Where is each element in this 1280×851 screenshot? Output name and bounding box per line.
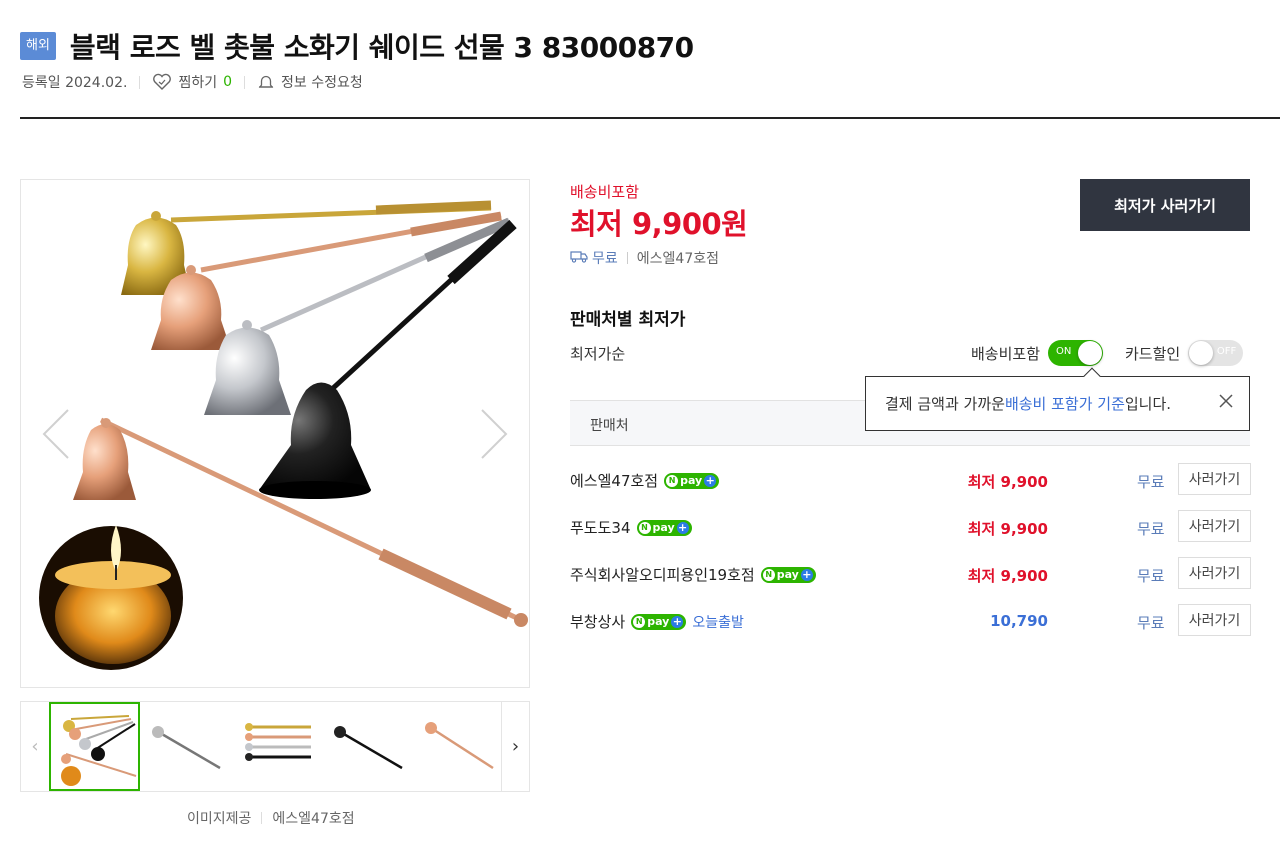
tooltip-suffix: 입니다. (1124, 395, 1172, 413)
card-toggle-group: 카드할인 OFF (1125, 340, 1244, 366)
thumbnail-3[interactable] (231, 702, 322, 791)
wishlist-count: 0 (223, 74, 232, 90)
npay-badge: Npay + (760, 566, 816, 583)
tooltip-arrow (1083, 367, 1101, 385)
seller-shipping: 무료 (1137, 567, 1165, 585)
seller-shipping: 무료 (1137, 614, 1165, 632)
npay-badge: Npay + (631, 613, 687, 630)
seller-price: 최저 9,900 (967, 473, 1048, 491)
overseas-badge: 해외 (20, 32, 56, 60)
seller-name[interactable]: 부창상사 (570, 611, 625, 632)
shipping-toggle-group: 배송비포함 ON (971, 340, 1104, 366)
plus-icon: + (676, 521, 689, 534)
card-toggle-label: 카드할인 (1125, 344, 1181, 363)
thumbnail-strip: ‹ › (20, 701, 530, 792)
image-credit-label: 이미지제공 (187, 811, 252, 827)
seller-price: 최저 9,900 (967, 567, 1048, 585)
registered-date: 등록일 2024.02. (22, 75, 128, 91)
shipping-toggle-label: 배송비포함 (971, 344, 1041, 363)
seller-row: 에스엘47호점 Npay + 최저 9,900 무료 사러가기 (570, 463, 1251, 497)
thumb-next-arrow-icon[interactable]: › (501, 702, 529, 791)
report-button[interactable]: 정보 수정요청 (257, 72, 363, 92)
toggle-knob (1189, 341, 1214, 365)
shipping-free: 무료 (592, 251, 618, 267)
shipping-tooltip: 결제 금액과 가까운 배송비 포함가 기준 입니다. (865, 367, 1250, 431)
page-title: 블랙 로즈 벨 촛불 소화기 쉐이드 선물 3 83000870 (69, 31, 694, 64)
sort-lowest-price[interactable]: 최저가순 (570, 343, 625, 364)
toggle-state: OFF (1216, 346, 1237, 357)
thumb-prev-arrow-icon[interactable]: ‹ (21, 702, 49, 791)
divider (626, 252, 628, 264)
seller-row: 부창상사 Npay + 오늘출발 10,790 무료 사러가기 (570, 604, 1251, 638)
seller-column-header: 판매처 (590, 418, 629, 434)
seller-name[interactable]: 에스엘47호점 (570, 470, 658, 491)
seller-name[interactable]: 푸도도34 (570, 517, 631, 538)
tooltip-prefix: 결제 금액과 가까운 (885, 395, 1005, 413)
npay-badge: Npay + (664, 472, 720, 489)
heart-icon (152, 73, 172, 91)
wishlist-label: 찜하기 (178, 75, 218, 91)
toggle-knob (1078, 341, 1103, 365)
npay-badge: Npay + (636, 519, 692, 536)
bell-icon (257, 73, 275, 91)
shipping-info: 무료 에스엘47호점 (570, 248, 719, 268)
meta-row: 등록일 2024.02. 찜하기 0 정보 수정요청 (22, 72, 363, 92)
truck-icon (570, 249, 588, 267)
divider (261, 812, 263, 824)
divider (139, 75, 141, 89)
image-credit: 이미지제공 에스엘47호점 (187, 808, 355, 828)
plus-icon: + (800, 568, 813, 581)
seller-row: 푸도도34 Npay + 최저 9,900 무료 사러가기 (570, 510, 1251, 544)
thumbnail-5[interactable] (413, 702, 504, 791)
next-image-arrow-icon[interactable] (450, 394, 530, 474)
close-icon[interactable] (1217, 392, 1235, 414)
tooltip-accent: 배송비 포함가 기준 (1004, 395, 1125, 413)
seller-price: 10,790 (990, 612, 1048, 630)
sellers-section-title: 판매처별 최저가 (570, 310, 686, 330)
toggle-state: ON (1056, 346, 1072, 357)
seller-buy-button[interactable]: 사러가기 (1178, 604, 1251, 636)
lowest-price: 최저 9,900원 (570, 207, 748, 241)
shipping-included-toggle[interactable]: ON (1048, 340, 1104, 366)
lowest-price-buy-button[interactable]: 최저가 사러가기 (1080, 179, 1250, 231)
title-divider (20, 117, 1280, 119)
shipping-store[interactable]: 에스엘47호점 (637, 248, 719, 268)
report-label: 정보 수정요청 (281, 75, 363, 91)
card-discount-toggle[interactable]: OFF (1188, 340, 1244, 366)
seller-price: 최저 9,900 (967, 520, 1048, 538)
prev-image-arrow-icon[interactable] (20, 394, 100, 474)
thumbnail-2[interactable] (140, 702, 231, 791)
plus-icon: + (671, 615, 684, 628)
seller-shipping: 무료 (1137, 473, 1165, 491)
image-credit-store: 에스엘47호점 (272, 811, 355, 827)
same-day-shipping-tag: 오늘출발 (692, 614, 744, 631)
seller-shipping: 무료 (1137, 520, 1165, 538)
seller-buy-button[interactable]: 사러가기 (1178, 557, 1251, 589)
shipping-included-label: 배송비포함 (570, 183, 640, 201)
wishlist-button[interactable]: 찜하기 0 (152, 72, 232, 92)
thumbnail-4[interactable] (322, 702, 413, 791)
seller-buy-button[interactable]: 사러가기 (1178, 463, 1251, 495)
plus-icon: + (704, 474, 717, 487)
seller-name[interactable]: 주식회사알오디피용인19호점 (570, 564, 755, 585)
divider (244, 75, 245, 89)
seller-buy-button[interactable]: 사러가기 (1178, 510, 1251, 542)
seller-row: 주식회사알오디피용인19호점 Npay + 최저 9,900 무료 사러가기 (570, 557, 1251, 591)
thumbnail-1[interactable] (49, 702, 140, 791)
title-row: 해외 블랙 로즈 벨 촛불 소화기 쉐이드 선물 3 83000870 (20, 26, 694, 66)
